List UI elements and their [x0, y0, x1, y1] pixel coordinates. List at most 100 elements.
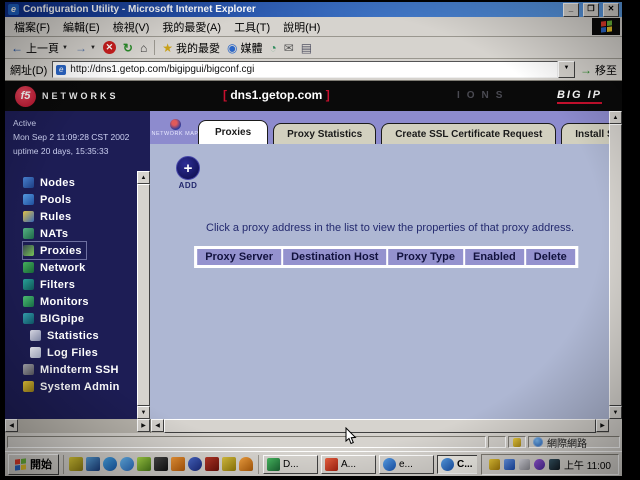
col-delete: Delete	[526, 249, 575, 265]
proxies-icon	[23, 245, 34, 256]
quick-launch	[63, 455, 259, 474]
forward-button[interactable]: → ▼	[75, 42, 96, 54]
sidebar-item-nats[interactable]: NATs	[23, 225, 72, 242]
statusbar: 網際網路	[5, 433, 622, 451]
rules-icon	[23, 211, 34, 222]
scroll-up-icon[interactable]: ▲	[137, 171, 150, 184]
sidebar-item-mindterm-ssh[interactable]: Mindterm SSH	[23, 361, 123, 378]
home-button[interactable]: ⌂	[140, 42, 147, 54]
quicklaunch-icon[interactable]	[86, 457, 100, 471]
address-url: http://dns1.getop.com/bigipgui/bigconf.c…	[70, 64, 254, 75]
minimize-button[interactable]: _	[563, 3, 579, 17]
sidebar-item-bigpipe[interactable]: BIGpipe	[23, 310, 88, 327]
tray-icon[interactable]	[489, 459, 500, 470]
tab-proxies[interactable]: Proxies	[198, 120, 268, 144]
sidebar-item-nodes[interactable]: Nodes	[23, 174, 79, 191]
scroll-track[interactable]	[18, 419, 137, 433]
zone-label: 網際網路	[547, 435, 587, 450]
close-button[interactable]: ✕	[603, 3, 619, 17]
quicklaunch-icon[interactable]	[69, 457, 83, 471]
back-label: 上一頁	[26, 40, 59, 56]
quicklaunch-icon[interactable]	[239, 457, 253, 471]
menu-view[interactable]: 檢視(V)	[113, 19, 150, 35]
tab-create-ssl-certificate-request[interactable]: Create SSL Certificate Request	[381, 123, 556, 144]
quicklaunch-icon[interactable]	[103, 457, 117, 471]
scroll-right-icon[interactable]: ▶	[596, 419, 609, 432]
scroll-thumb[interactable]	[164, 419, 596, 433]
refresh-button[interactable]: ↻	[123, 42, 133, 54]
scroll-down-icon[interactable]: ▼	[137, 406, 150, 419]
quicklaunch-icon[interactable]	[154, 457, 168, 471]
sidebar-scrollbar[interactable]: ▲ ▼	[137, 171, 150, 419]
scroll-down-icon[interactable]: ▼	[609, 406, 622, 419]
add-proxy-button[interactable]: + ADD	[168, 156, 208, 190]
scroll-thumb[interactable]	[609, 124, 622, 406]
media-button[interactable]: ◉ 媒體	[227, 40, 262, 56]
ie-window-icon: e	[8, 4, 19, 15]
maximize-button[interactable]: ❐	[583, 3, 599, 17]
scroll-left-icon[interactable]: ◀	[5, 419, 18, 432]
horizontal-scroll-row: ◀ ▶ ◀ ▶	[5, 419, 622, 433]
menu-help[interactable]: 說明(H)	[283, 19, 320, 35]
log-files-icon	[30, 347, 41, 358]
tray-icon[interactable]	[519, 459, 530, 470]
sidebar-item-pools[interactable]: Pools	[23, 191, 75, 208]
task-button-1[interactable]: D...	[263, 455, 318, 474]
sidebar-item-statistics[interactable]: Statistics	[30, 327, 103, 344]
quicklaunch-icon[interactable]	[137, 457, 151, 471]
system-tray: 上午 11:00	[481, 454, 619, 475]
address-input[interactable]: e http://dns1.getop.com/bigipgui/bigconf…	[52, 61, 558, 78]
tray-icon[interactable]	[549, 459, 560, 470]
task-button-2[interactable]: A...	[321, 455, 376, 474]
menu-edit[interactable]: 編輯(E)	[63, 19, 100, 35]
history-button[interactable]: ◔	[269, 42, 276, 54]
scroll-up-icon[interactable]: ▲	[609, 111, 622, 124]
stop-button[interactable]: ✕	[103, 41, 116, 54]
start-button[interactable]: 開始	[8, 454, 59, 475]
quicklaunch-icon[interactable]	[222, 457, 236, 471]
menu-tools[interactable]: 工具(T)	[234, 19, 270, 35]
sidebar-item-network[interactable]: Network	[23, 259, 90, 276]
network-map-button[interactable]: NETWORK MAP	[152, 111, 198, 144]
tray-icon[interactable]	[534, 459, 545, 470]
tray-icon[interactable]	[504, 459, 515, 470]
quicklaunch-icon[interactable]	[171, 457, 185, 471]
app-icon	[383, 458, 396, 471]
address-dropdown-button[interactable]: ▼	[558, 61, 575, 78]
media-label: 媒體	[240, 40, 262, 56]
mail-button[interactable]: ✉	[284, 42, 294, 54]
print-button[interactable]: ▤	[301, 42, 312, 54]
f5-networks-label: NETWORKS	[42, 91, 119, 101]
quicklaunch-icon[interactable]	[120, 457, 134, 471]
sidebar-item-system-admin[interactable]: System Admin	[23, 378, 124, 395]
scroll-right-icon[interactable]: ▶	[137, 419, 150, 432]
scroll-left-icon[interactable]: ◀	[151, 419, 164, 432]
sidebar-item-rules[interactable]: Rules	[23, 208, 75, 225]
sidebar-item-proxies[interactable]: Proxies	[23, 242, 86, 259]
zone-cell: 網際網路	[528, 436, 620, 448]
menu-file[interactable]: 檔案(F)	[14, 19, 50, 35]
sidebar-item-filters[interactable]: Filters	[23, 276, 79, 293]
main-scrollbar[interactable]: ▲ ▼	[609, 111, 622, 419]
quicklaunch-icon[interactable]	[205, 457, 219, 471]
app-icon	[441, 458, 454, 471]
task-button-4-active[interactable]: C...	[437, 455, 477, 474]
system-admin-icon	[23, 381, 34, 392]
quicklaunch-icon[interactable]	[188, 457, 202, 471]
sidebar-item-log-files[interactable]: Log Files	[30, 344, 102, 361]
screen: e Configuration Utility - Microsoft Inte…	[0, 0, 640, 480]
network-icon	[23, 262, 34, 273]
sidebar-hscrollbar[interactable]: ◀ ▶	[5, 419, 151, 433]
filters-icon	[23, 279, 34, 290]
sidebar-item-monitors[interactable]: Monitors	[23, 293, 93, 310]
back-button[interactable]: ← 上一頁 ▼	[11, 40, 68, 56]
go-button[interactable]: → 移至	[580, 62, 617, 78]
main-hscrollbar[interactable]: ◀ ▶	[151, 419, 622, 433]
windows-flag-icon	[15, 458, 26, 470]
task-button-3[interactable]: e...	[379, 455, 434, 474]
scroll-thumb[interactable]	[137, 184, 150, 406]
security-icon	[513, 438, 521, 447]
favorites-button[interactable]: ★ 我的最愛	[162, 40, 220, 56]
tab-proxy-statistics[interactable]: Proxy Statistics	[273, 123, 376, 144]
menu-favorites[interactable]: 我的最愛(A)	[162, 19, 221, 35]
